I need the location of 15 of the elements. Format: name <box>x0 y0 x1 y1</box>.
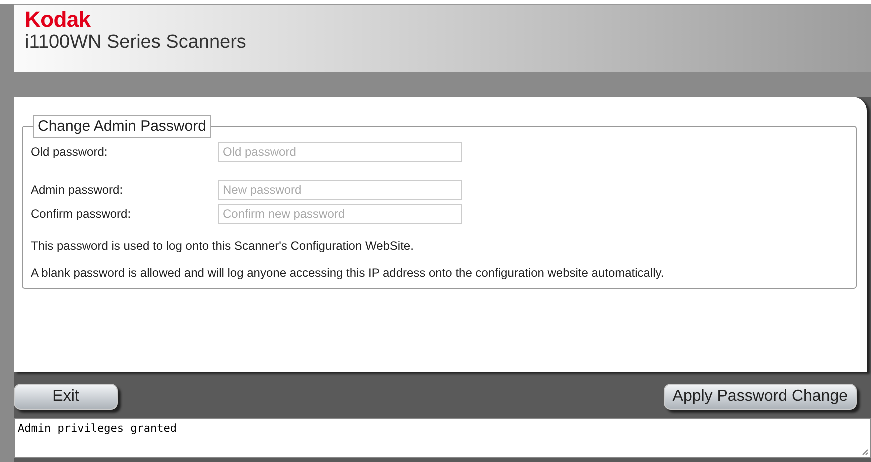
product-title: i1100WN Series Scanners <box>25 31 248 55</box>
resize-grip-icon[interactable] <box>862 449 869 456</box>
brand-logo: Kodak <box>25 9 92 31</box>
field-label: Admin password: <box>31 183 124 197</box>
field-label: Old password: <box>31 145 109 159</box>
help-text: This password is used to log onto this Scanner's Configuration WebSite. <box>31 239 415 253</box>
field-label: Confirm password: <box>31 207 132 221</box>
exit-button[interactable]: Exit <box>14 384 118 410</box>
status-box[interactable]: Admin privileges granted <box>14 418 871 458</box>
section-title: Change Admin Password <box>33 115 212 138</box>
password-field[interactable]: New password <box>218 180 462 200</box>
help-text: A blank password is allowed and will log anyone accessing this IP address onto the configuration website automatically. <box>31 266 666 280</box>
password-field[interactable]: Confirm new password <box>218 204 462 224</box>
apply-button[interactable]: Apply Password Change <box>664 384 857 410</box>
password-field[interactable]: Old password <box>218 142 462 162</box>
